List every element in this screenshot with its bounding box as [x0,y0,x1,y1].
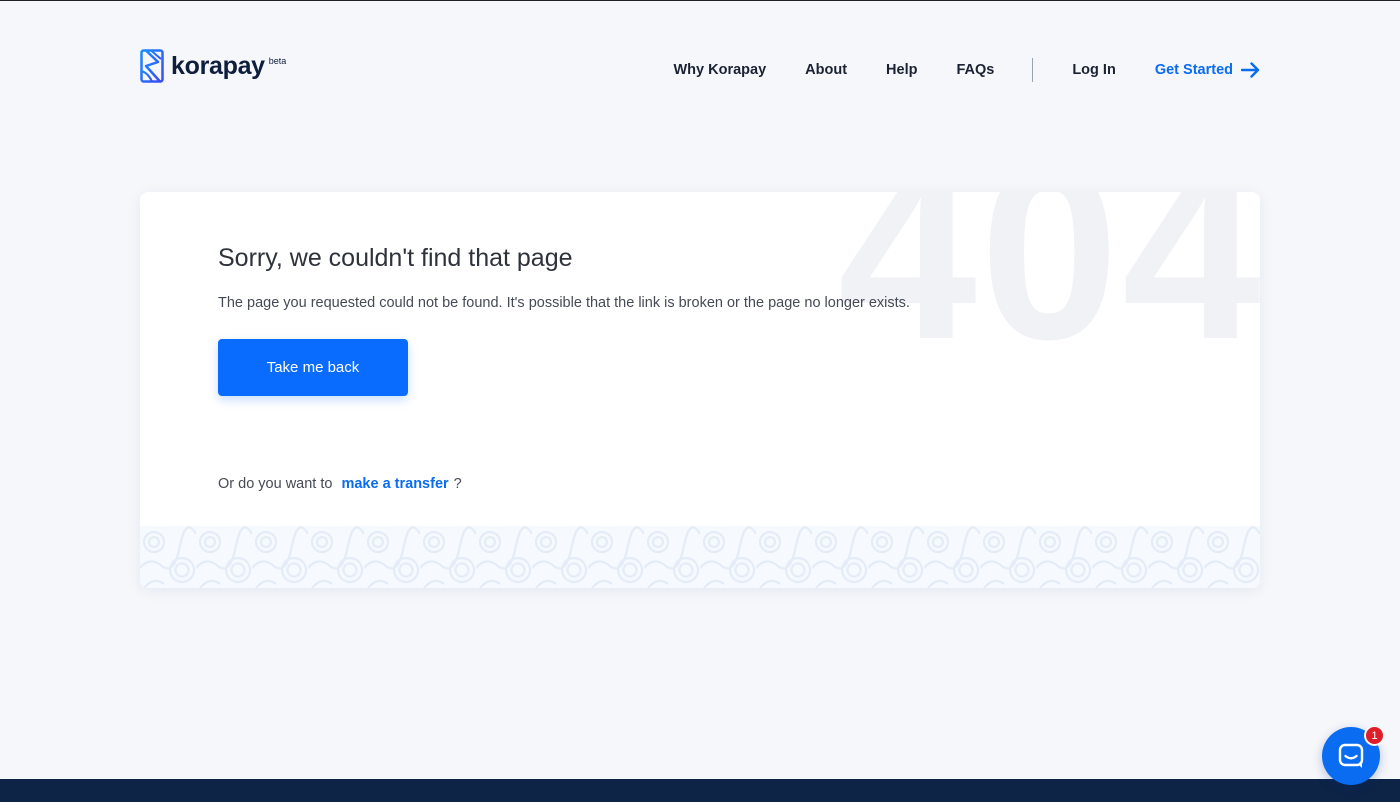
login-link[interactable]: Log In [1072,62,1116,78]
chat-icon [1338,743,1364,768]
brand-name: korapay [171,52,265,80]
logo[interactable]: korapay beta [140,49,286,83]
arrow-right-icon [1241,62,1260,78]
nav-faqs[interactable]: FAQs [956,62,994,78]
page: korapay beta Why Korapay About Help FAQs… [0,0,1400,802]
make-transfer-link[interactable]: make a transfer [341,476,448,492]
error-title: Sorry, we couldn't find that page [218,244,573,272]
alternative-suffix: ? [453,476,462,492]
decorative-pattern [140,526,1260,588]
alternative-prefix: Or do you want to [218,476,333,492]
error-card: 404 Sorry, we couldn't find that page Th… [140,192,1260,588]
nav-divider [1032,58,1034,82]
error-description: The page you requested could not be foun… [218,295,910,311]
main-nav: Why Korapay About Help FAQs Log In Get S… [673,57,1260,83]
nav-help[interactable]: Help [886,62,917,78]
korapay-logo-icon [140,49,164,83]
header: korapay beta Why Korapay About Help FAQs… [140,1,1260,131]
beta-tag: beta [268,56,287,66]
get-started-link[interactable]: Get Started [1155,62,1260,78]
footer-bar [0,779,1400,802]
alternative-action: Or do you want to make a transfer ? [218,476,462,492]
error-code-watermark: 404 [837,192,1260,391]
nav-why-korapay[interactable]: Why Korapay [673,62,766,78]
take-me-back-button[interactable]: Take me back [218,339,408,396]
get-started-label: Get Started [1154,62,1233,78]
chat-unread-badge: 1 [1364,725,1385,746]
nav-about[interactable]: About [805,62,847,78]
